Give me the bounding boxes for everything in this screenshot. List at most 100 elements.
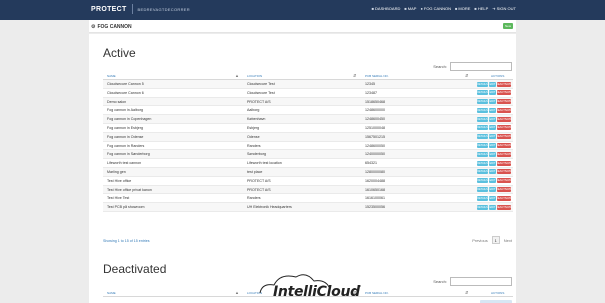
edit-button[interactable]: Edit: [489, 169, 496, 175]
table-row: Fog cannon in Odense Odense 1567501215 Deta…: [103, 132, 513, 142]
details-button[interactable]: Details: [477, 204, 488, 210]
details-button[interactable]: Details: [477, 90, 488, 96]
edit-button[interactable]: Edit: [489, 134, 496, 140]
deactivate-button[interactable]: Deactivate: [496, 160, 512, 166]
cell-serial: 123487: [365, 90, 377, 95]
edit-button[interactable]: Edit: [489, 160, 496, 166]
nav-more[interactable]: ■ MORE: [455, 6, 470, 11]
row-actions: Details Edit Deactivate: [477, 160, 512, 166]
details-button[interactable]: Details: [477, 143, 488, 149]
details-button[interactable]: Details: [477, 151, 488, 157]
deactivate-button[interactable]: Deactivate: [496, 116, 512, 122]
details-button[interactable]: Details: [477, 178, 488, 184]
nav-dashboard[interactable]: ■ DASHBOARD: [372, 6, 401, 11]
deactivate-button[interactable]: Deactivate: [496, 90, 512, 96]
deactivate-button[interactable]: Deactivate: [496, 204, 512, 210]
deactivate-button[interactable]: Deactivate: [496, 178, 512, 184]
details-button[interactable]: Details: [477, 116, 488, 122]
table-row: Fog cannon in Sønderborg Sønderborg 124000…: [103, 150, 513, 160]
cell-serial: 12345: [365, 82, 375, 86]
details-button[interactable]: Details: [477, 169, 488, 175]
edit-button[interactable]: Edit: [489, 116, 496, 122]
details-button[interactable]: Details: [477, 107, 488, 113]
details-button[interactable]: Details: [477, 187, 488, 193]
edit-button[interactable]: Edit: [489, 187, 496, 193]
cell-serial: 1280000080: [365, 169, 385, 174]
table-row: Fog cannon in Copenhagen København 1248600…: [103, 115, 513, 124]
column-header-actions: ACTIONS: [491, 291, 505, 295]
edit-button[interactable]: Edit: [489, 143, 496, 149]
cell-name: Lifeworth test cannon: [107, 161, 142, 166]
edit-button[interactable]: Edit: [489, 195, 496, 201]
details-button[interactable]: Details: [477, 134, 488, 140]
nav-help[interactable]: ■ HELP: [474, 6, 488, 11]
cell-location: Cloudsecure Test: [247, 90, 275, 95]
current-page-button[interactable]: 1: [491, 236, 500, 244]
edit-button[interactable]: Edit: [489, 90, 496, 96]
nav-label: DASHBOARD: [375, 6, 401, 11]
cell-name: Fog cannon in Esbjerg: [107, 125, 143, 130]
nav-sign-out[interactable]: ➜ SIGN OUT: [492, 6, 516, 11]
cell-name: Test Hive Test: [107, 196, 130, 201]
column-header-name[interactable]: NAME: [107, 74, 116, 78]
deactivate-button[interactable]: Deactivate: [496, 143, 512, 149]
column-header-name[interactable]: NAME: [107, 291, 116, 295]
edit-button[interactable]: Edit: [489, 107, 496, 113]
brand-logo[interactable]: PROTECT: [91, 6, 127, 13]
cell-name: Cloudsecure Cannon 5: [107, 82, 144, 86]
cell-name: Test Hive office privat kanon: [107, 187, 152, 192]
sort-icon[interactable]: ⇵: [465, 73, 468, 78]
deactivate-button[interactable]: Deactivate: [496, 195, 512, 201]
table-row: Test PCB på showroom UH Elektronik Headqu…: [103, 203, 513, 212]
deactivate-button[interactable]: Deactivate: [496, 107, 512, 113]
deactivate-button[interactable]: Deactivate: [496, 134, 512, 140]
page-title: ⚙ FOG CANNON: [91, 24, 132, 30]
table-row: Lifeworth test cannon Lifeworth test loca…: [103, 159, 513, 168]
row-actions: Details Edit Deactivate: [477, 125, 512, 131]
cell-serial: 654321: [365, 161, 377, 166]
deactivate-button[interactable]: Deactivate: [496, 169, 512, 175]
deactivate-button[interactable]: Deactivate: [496, 187, 512, 193]
nav-fog-cannon[interactable]: ● FOG CANNON: [420, 6, 451, 11]
deactivate-button[interactable]: Deactivate: [496, 81, 512, 87]
column-header-actions: ACTIONS: [491, 74, 505, 78]
edit-button[interactable]: Edit: [489, 204, 496, 210]
details-button[interactable]: Details: [477, 125, 488, 131]
search-label: Search:: [433, 64, 447, 69]
fog-cannon-icon: ●: [420, 6, 423, 11]
deactivated-heading: Deactivated: [103, 262, 167, 276]
table-row: Fog cannon in Aalborg Aalborg 1248600000 De…: [103, 106, 513, 116]
sort-icon[interactable]: ⇵: [465, 290, 468, 295]
deactivate-button[interactable]: Deactivate: [496, 125, 512, 131]
cell-location: UH Elektronik Headquarters: [247, 205, 292, 210]
brand-subtitle: BEDREVAGTDECORRER: [137, 6, 190, 12]
sort-icon[interactable]: ▲: [235, 73, 239, 78]
cell-serial: 1610650168: [365, 187, 385, 192]
edit-button[interactable]: Edit: [489, 151, 496, 157]
details-button[interactable]: Details: [477, 81, 488, 87]
deactivate-button[interactable]: Deactivate: [496, 151, 512, 157]
details-button[interactable]: Details: [477, 195, 488, 201]
edit-button[interactable]: Edit: [489, 125, 496, 131]
previous-page-button[interactable]: Previous: [472, 238, 488, 243]
edit-button[interactable]: Edit: [489, 81, 496, 87]
next-page-button[interactable]: Next: [504, 238, 512, 243]
new-button[interactable]: New: [503, 23, 513, 29]
brand[interactable]: PROTECT BEDREVAGTDECORRER: [91, 4, 190, 14]
details-button[interactable]: Details: [477, 160, 488, 166]
dashboard-icon: ■: [371, 6, 375, 11]
cell-serial: 1518650468: [365, 99, 385, 104]
column-header-serial[interactable]: PCB SERIAL NO.: [365, 74, 389, 78]
deactivate-button[interactable]: Deactivate: [496, 99, 512, 105]
column-header-location[interactable]: LOCATION: [247, 74, 262, 78]
sort-icon[interactable]: ⇵: [353, 73, 356, 78]
table-row: Fog cannon in Esbjerg Esbjerg 1251000048 De…: [103, 124, 513, 133]
nav-map[interactable]: ■ MAP: [404, 6, 416, 11]
edit-button[interactable]: Edit: [489, 99, 496, 105]
table-row: Marling gen test place 1280000080 Details Ed…: [103, 167, 513, 177]
search-input[interactable]: [450, 62, 512, 71]
search-input[interactable]: [450, 277, 512, 286]
details-button[interactable]: Details: [477, 99, 488, 105]
sort-icon[interactable]: ▲: [235, 290, 239, 295]
edit-button[interactable]: Edit: [489, 178, 496, 184]
